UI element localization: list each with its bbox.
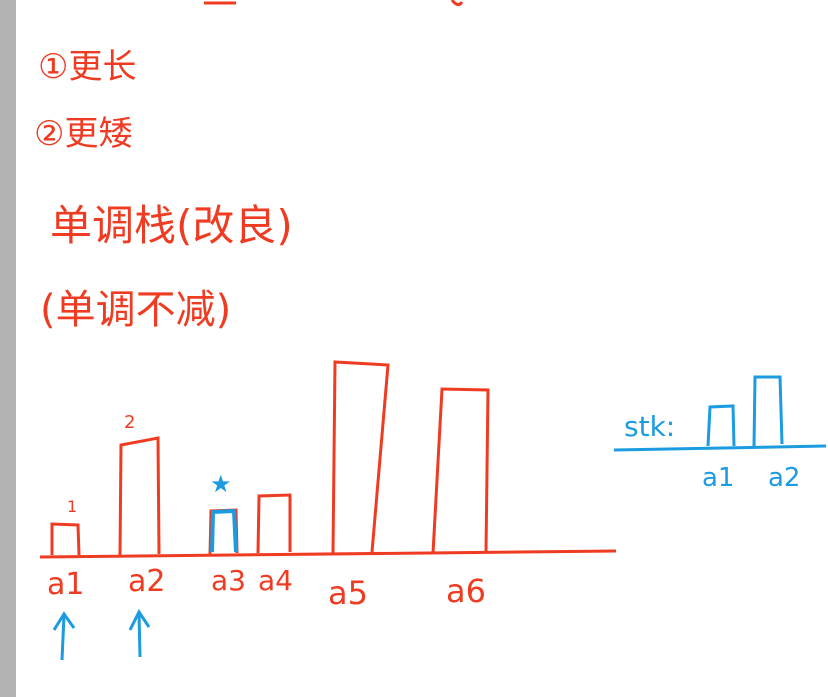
bar-a1 [50,522,81,556]
up-arrow-icon [52,611,76,661]
bar-marker-2: 2 [124,412,135,433]
stack-label-a1: a1 [702,463,734,493]
bar-label-a1: a1 [47,567,84,602]
bar-marker-1: 1 [67,497,77,516]
up-arrow-icon-2 [128,609,151,658]
stack-bar-a1 [706,404,736,447]
bar-label-a5: a5 [328,574,368,612]
bar-a2 [118,436,161,556]
bar-a6 [431,387,490,554]
bar-a5 [331,360,390,554]
bar-label-a3: a3 [211,564,246,597]
whiteboard-canvas: ①更长 ②更矮 单调栈(改良) (单调不减) 1 2 ★ a1 a2 a3 a4… [34,0,827,661]
stack-label-a2: a2 [768,463,800,493]
stack-label: stk: [624,410,675,443]
baseline [39,549,617,559]
note-item-1: ①更长 [38,47,136,87]
stack-baseline [613,444,827,452]
bar-a4 [256,493,292,554]
bar-a3-highlight [210,508,238,553]
bar-label-a2: a2 [128,564,165,599]
bar-label-a4: a4 [258,564,293,597]
stack-bar-a2 [752,375,784,447]
bar-label-a6: a6 [446,572,486,610]
star-icon: ★ [210,470,232,498]
note-item-2: ②更矮 [34,114,132,154]
note-method: 单调栈(改良) [50,201,293,250]
note-method-alt: (单调不减) [40,287,231,333]
top-cut-stroke-2 [450,0,464,7]
